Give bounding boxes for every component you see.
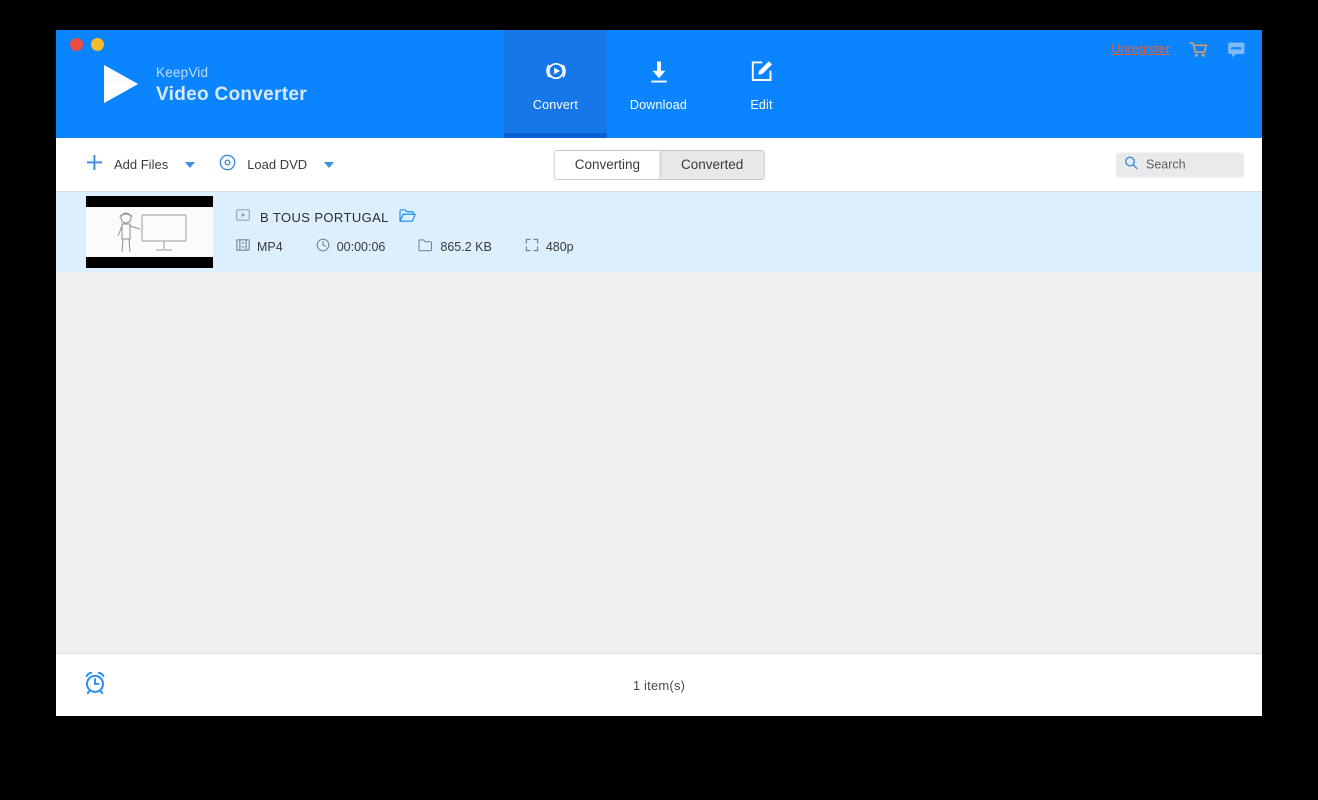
unregister-link[interactable]: Unregister xyxy=(1111,42,1170,56)
tab-edit-label: Edit xyxy=(750,98,773,112)
disc-icon xyxy=(219,154,236,176)
resolution-expand-icon xyxy=(525,238,539,257)
clock-icon xyxy=(316,238,330,257)
alarm-clock-icon[interactable] xyxy=(82,670,108,701)
meta-resolution: 480p xyxy=(525,238,574,257)
traffic-lights xyxy=(70,38,104,51)
video-play-box-icon xyxy=(236,208,250,227)
load-dvd-label: Load DVD xyxy=(247,157,308,172)
whiteboard-presenter-sketch-icon xyxy=(117,212,187,253)
add-files-dropdown-chevron-down-icon[interactable] xyxy=(185,161,196,168)
file-title: B TOUS PORTUGAL xyxy=(260,210,389,225)
footer: 1 item(s) xyxy=(56,653,1262,716)
file-info: B TOUS PORTUGAL MP4 00:00:06 865.2 KB 48… xyxy=(236,208,600,257)
toolbar-left-group: Add Files Load DVD xyxy=(86,138,335,191)
tab-edit[interactable]: Edit xyxy=(710,30,813,138)
meta-filesize: 865.2 KB xyxy=(418,238,492,257)
add-files-label: Add Files xyxy=(114,157,169,172)
folder-icon xyxy=(418,238,433,257)
file-list-item[interactable]: B TOUS PORTUGAL MP4 00:00:06 865.2 KB 48… xyxy=(56,192,1262,272)
header-right-actions: Unregister xyxy=(1111,39,1246,59)
feedback-message-icon[interactable] xyxy=(1226,39,1246,59)
brand-text: KeepVid Video Converter xyxy=(156,64,307,104)
search-input[interactable]: Search xyxy=(1116,152,1244,177)
shopping-cart-icon[interactable] xyxy=(1188,39,1208,59)
minimize-window-button[interactable] xyxy=(91,38,104,51)
app-header: KeepVid Video Converter Convert Download… xyxy=(56,30,1262,138)
segment-converted[interactable]: Converted xyxy=(660,150,764,179)
search-placeholder: Search xyxy=(1146,157,1186,172)
film-strip-icon xyxy=(236,238,250,257)
file-title-row: B TOUS PORTUGAL xyxy=(236,208,600,228)
file-meta-row: MP4 00:00:06 865.2 KB 480p xyxy=(236,238,600,257)
app-window: KeepVid Video Converter Convert Download… xyxy=(56,30,1262,716)
download-arrow-icon xyxy=(644,56,674,86)
convert-circular-play-icon xyxy=(541,56,571,86)
load-dvd-button[interactable]: Load DVD xyxy=(219,154,335,176)
search-icon xyxy=(1124,155,1138,174)
nav-tabs: Convert Download Edit xyxy=(504,30,813,138)
load-dvd-dropdown-chevron-down-icon[interactable] xyxy=(324,161,335,168)
meta-duration: 00:00:06 xyxy=(316,238,386,257)
play-triangle-logo-icon xyxy=(104,65,138,103)
item-count-label: 1 item(s) xyxy=(632,677,686,693)
toolbar: Add Files Load DVD Converting Converted xyxy=(56,138,1262,192)
brand-subtitle: KeepVid xyxy=(156,65,209,81)
brand-title: Video Converter xyxy=(156,83,307,105)
meta-duration-value: 00:00:06 xyxy=(336,240,386,254)
meta-format-value: MP4 xyxy=(257,240,283,254)
segment-converting[interactable]: Converting xyxy=(554,150,660,179)
add-files-button[interactable]: Add Files xyxy=(86,154,196,176)
tab-convert[interactable]: Convert xyxy=(504,30,607,138)
meta-format: MP4 xyxy=(236,238,283,257)
meta-resolution-value: 480p xyxy=(545,240,574,254)
brand: KeepVid Video Converter xyxy=(101,62,307,106)
tab-convert-label: Convert xyxy=(532,98,579,112)
plus-icon xyxy=(86,154,103,176)
open-folder-icon[interactable] xyxy=(399,208,416,228)
converting-converted-segmented-control: Converting Converted xyxy=(553,149,765,180)
close-window-button[interactable] xyxy=(70,38,83,51)
edit-pencil-square-icon xyxy=(747,56,777,86)
file-list: B TOUS PORTUGAL MP4 00:00:06 865.2 KB 48… xyxy=(56,192,1262,653)
video-thumbnail xyxy=(86,196,213,268)
tab-download-label: Download xyxy=(629,98,688,112)
tab-download[interactable]: Download xyxy=(607,30,710,138)
meta-filesize-value: 865.2 KB xyxy=(440,240,492,254)
